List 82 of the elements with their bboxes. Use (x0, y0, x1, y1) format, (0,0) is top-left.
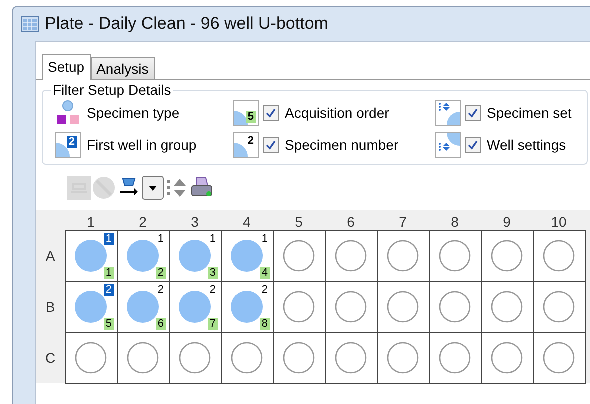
well-cell[interactable]: 2 6 (117, 281, 170, 333)
row-header: A (44, 246, 56, 266)
filter-label: Specimen type (87, 105, 180, 121)
acquisition-order-icon: 5 (233, 100, 259, 126)
well-cell[interactable] (221, 332, 274, 384)
well-cell[interactable]: 1 1 (65, 230, 118, 282)
well-cell[interactable] (117, 332, 170, 384)
well-cell[interactable] (273, 230, 326, 282)
well-cell[interactable] (533, 230, 586, 282)
well-cell[interactable] (273, 332, 326, 384)
group-badge: 1 (104, 233, 114, 245)
well-cell[interactable] (429, 332, 482, 384)
column-header: 9 (502, 214, 512, 230)
filter-label: Acquisition order (285, 105, 390, 121)
well-cell[interactable]: 2 8 (221, 281, 274, 333)
group-number: 2 (156, 284, 165, 296)
row-header: B (44, 298, 56, 316)
well-cell[interactable]: 1 2 (117, 230, 170, 282)
specimen-number-icon: 2 (233, 132, 259, 158)
group-number: 2 (260, 284, 269, 296)
column-header: 3 (190, 214, 200, 230)
well-cell[interactable] (481, 230, 534, 282)
well-cell[interactable]: 2 5 (65, 281, 118, 333)
well-cell[interactable] (377, 332, 430, 384)
group-number: 1 (156, 233, 165, 245)
order-badge: 7 (208, 318, 218, 330)
group-badge: 2 (104, 284, 114, 296)
well-cell[interactable] (533, 332, 586, 384)
first-well-icon: 2 (55, 132, 81, 158)
column-header: 5 (294, 214, 304, 230)
filter-label: Specimen number (285, 137, 399, 153)
order-badge: 1 (104, 267, 114, 279)
column-header: 6 (346, 214, 356, 230)
group-title: Filter Setup Details (52, 82, 172, 98)
order-badge: 6 (156, 318, 166, 330)
filter-label: Specimen set (487, 105, 572, 121)
well-cell[interactable] (481, 332, 534, 384)
column-header: 4 (242, 214, 252, 230)
specimen-type-icon (55, 100, 81, 126)
well-cell[interactable]: 1 4 (221, 230, 274, 282)
well-cell[interactable] (169, 332, 222, 384)
column-header: 7 (398, 214, 408, 230)
well-settings-icon (435, 132, 461, 158)
well-cell[interactable] (481, 281, 534, 333)
order-badge: 3 (208, 267, 218, 279)
well-cell[interactable]: 1 3 (169, 230, 222, 282)
column-header: 1 (86, 214, 96, 230)
tab[interactable]: Analysis (90, 57, 155, 79)
grid-icon (21, 16, 39, 32)
well-cell[interactable] (325, 230, 378, 282)
well-cell[interactable] (325, 281, 378, 333)
order-badge: 5 (104, 318, 114, 330)
well-cell[interactable] (65, 332, 118, 384)
well-cell[interactable]: 2 7 (169, 281, 222, 333)
filter-label: Well settings (487, 137, 566, 153)
row-header: C (44, 348, 57, 368)
order-badge: 2 (156, 267, 166, 279)
column-header: 10 (550, 214, 568, 230)
order-badge: 4 (260, 267, 270, 279)
order-badge: 8 (260, 318, 270, 330)
column-header: 2 (138, 214, 148, 230)
well-cell[interactable] (429, 230, 482, 282)
column-header: 8 (450, 214, 460, 230)
checkbox[interactable] (263, 137, 279, 153)
window-title: Plate - Daily Clean - 96 well U-bottom (45, 14, 328, 34)
tab[interactable]: Setup (42, 54, 91, 80)
well-cell[interactable] (533, 281, 586, 333)
well-cell[interactable] (273, 281, 326, 333)
caret-icon (149, 186, 157, 190)
filter-label: First well in group (87, 137, 197, 153)
checkbox[interactable] (263, 105, 279, 121)
group-number: 2 (208, 284, 217, 296)
well-cell[interactable] (377, 230, 430, 282)
specimen-set-icon (435, 100, 461, 126)
well-cell[interactable] (377, 281, 430, 333)
group-number: 1 (260, 233, 269, 245)
checkbox[interactable] (465, 137, 481, 153)
group-number: 1 (208, 233, 217, 245)
checkbox[interactable] (465, 105, 481, 121)
well-cell[interactable] (429, 281, 482, 333)
dropdown-button[interactable] (142, 176, 164, 200)
well-cell[interactable] (325, 332, 378, 384)
